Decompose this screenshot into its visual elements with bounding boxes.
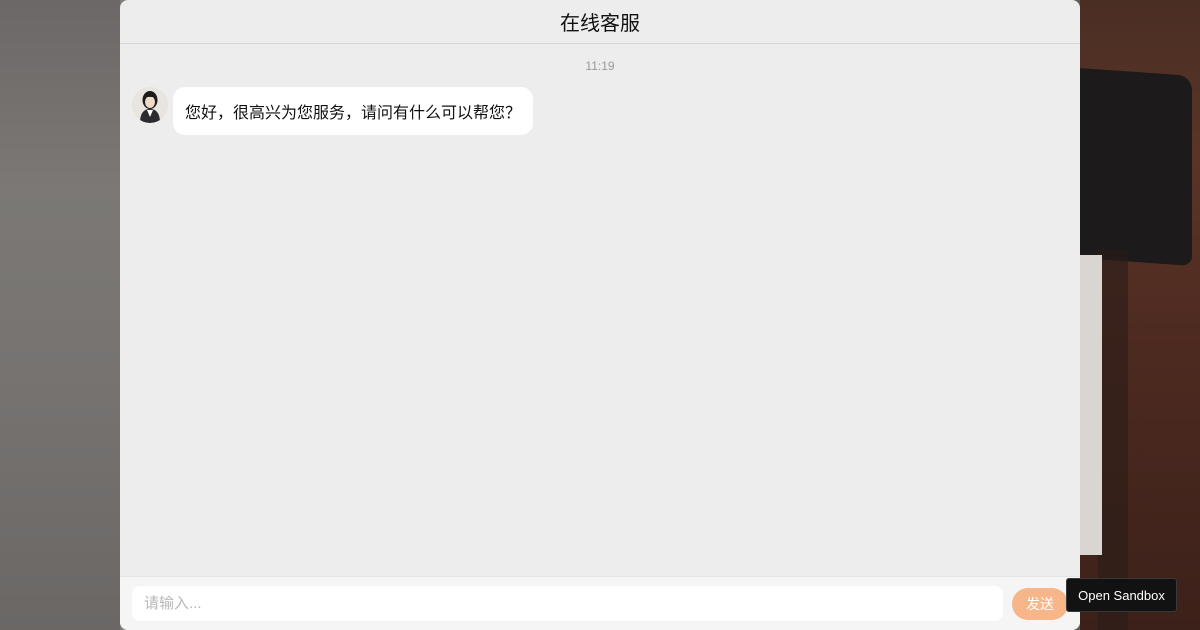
send-button[interactable]: 发送	[1012, 588, 1068, 620]
background-shadow	[1098, 250, 1128, 630]
composer-bar: 发送	[120, 576, 1080, 630]
open-sandbox-button[interactable]: Open Sandbox	[1066, 578, 1177, 612]
message-row-agent: 您好，很高兴为您服务，请问有什么可以帮您？	[132, 87, 534, 135]
background-right-area	[1080, 0, 1200, 630]
chat-window: 在线客服 11:19 您好，很高兴为您服务，请问有什么可以帮您？ 发送	[120, 0, 1080, 630]
agent-avatar[interactable]	[132, 87, 168, 123]
agent-avatar-icon	[132, 87, 168, 123]
background-laptop	[1080, 68, 1192, 266]
message-list[interactable]: 11:19 您好，很高兴为您服务，请问有什么可以帮您？	[120, 45, 1080, 576]
message-input[interactable]	[132, 586, 1003, 621]
message-bubble: 您好，很高兴为您服务，请问有什么可以帮您？	[173, 87, 534, 135]
background-left-area	[0, 0, 120, 630]
background-shirt	[1080, 255, 1102, 555]
message-timestamp: 11:19	[585, 59, 615, 73]
chat-title: 在线客服	[560, 13, 640, 35]
chat-header: 在线客服	[120, 0, 1080, 44]
